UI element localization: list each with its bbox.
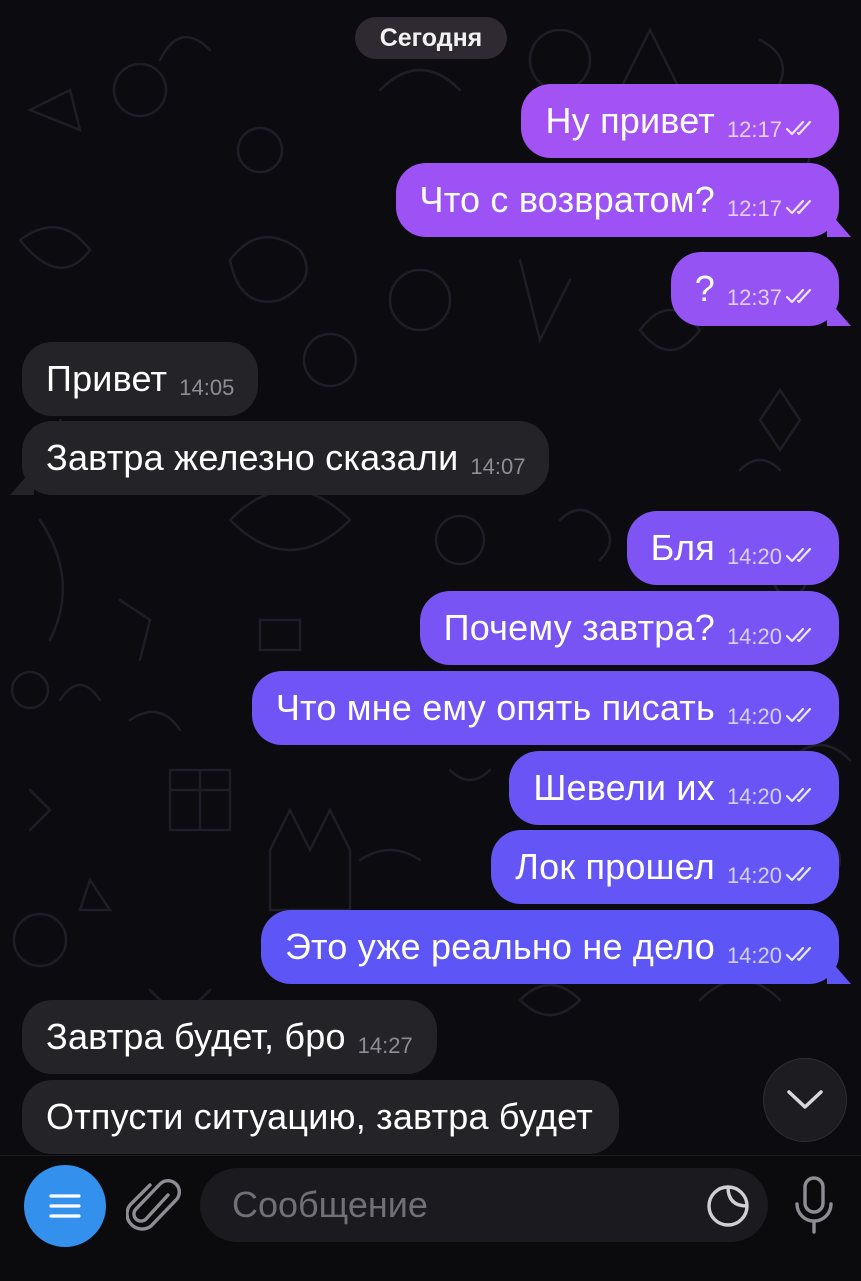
outgoing-message[interactable]: Что с возвратом? 12:17 (395, 163, 839, 237)
message-text: Лок прошел (515, 846, 715, 887)
message-meta: 14:05 (179, 375, 234, 401)
message-text: Бля (650, 527, 715, 568)
read-checks-icon (785, 120, 812, 135)
read-checks-icon (785, 707, 812, 722)
outgoing-message[interactable]: Бля 14:20 (626, 511, 839, 585)
read-checks-icon (785, 199, 812, 214)
sticker-button[interactable] (704, 1182, 752, 1230)
message-meta: 14:20 (727, 704, 817, 730)
message-time: 12:37 (726, 285, 782, 310)
read-status (785, 545, 817, 570)
message-meta: 12:37 (727, 285, 817, 311)
message-time: 14:20 (726, 624, 782, 649)
message-time: 14:05 (179, 375, 235, 400)
message-meta: 14:20 (727, 544, 817, 570)
incoming-message[interactable]: Отпусти ситуацию, завтра будет (22, 1080, 619, 1154)
sticker-icon (707, 1185, 749, 1227)
message-meta: 14:07 (470, 454, 525, 480)
message-time: 14:20 (726, 863, 782, 888)
outgoing-message[interactable]: Шевели их 14:20 (509, 751, 839, 825)
message-text: Что мне ему опять писать (275, 687, 715, 728)
menu-icon (49, 1194, 81, 1218)
outgoing-message[interactable]: ? 12:37 (670, 252, 839, 326)
paperclip-icon (125, 1179, 181, 1231)
message-input[interactable] (230, 1183, 684, 1227)
message-meta: 14:20 (727, 863, 817, 889)
read-status (785, 864, 817, 889)
message-text: Что с возвратом? (419, 179, 715, 220)
incoming-message[interactable]: Привет 14:05 (22, 342, 259, 416)
message-input-field[interactable] (200, 1168, 768, 1242)
message-meta: 14:20 (727, 624, 817, 650)
message-text: Завтра железно сказали (46, 437, 459, 478)
date-label: Сегодня (379, 23, 483, 52)
scroll-down-button[interactable] (763, 1058, 847, 1142)
message-time: 14:07 (470, 454, 526, 479)
message-text: Привет (46, 358, 168, 399)
message-text: Это уже реально не дело (284, 926, 715, 967)
message-time: 14:20 (726, 544, 782, 569)
message-text: Шевели их (533, 767, 715, 808)
message-time: 14:20 (726, 784, 782, 809)
chat-area[interactable]: Сегодня Ну привет 12:17 Что с возвратом? 12… (0, 0, 861, 1155)
read-checks-icon (785, 288, 812, 303)
read-status (785, 944, 817, 969)
message-text: Почему завтра? (443, 607, 715, 648)
read-checks-icon (785, 627, 812, 642)
message-time: 12:17 (726, 117, 782, 142)
message-time: 14:20 (726, 704, 782, 729)
attach-button[interactable] (125, 1175, 182, 1237)
microphone-icon (795, 1176, 833, 1234)
message-time: 14:20 (726, 943, 782, 968)
message-text: Ну привет (545, 100, 715, 141)
outgoing-message[interactable]: Почему завтра? 14:20 (419, 591, 839, 665)
incoming-message[interactable]: Завтра железно сказали 14:07 (22, 421, 550, 495)
read-status (785, 118, 817, 143)
read-status (785, 625, 817, 650)
read-status (785, 705, 817, 730)
message-text: Завтра будет, бро (46, 1016, 346, 1057)
outgoing-message[interactable]: Что мне ему опять писать 14:20 (251, 671, 839, 745)
outgoing-message[interactable]: Это уже реально не дело 14:20 (260, 910, 839, 984)
date-separator: Сегодня (355, 17, 507, 59)
read-status (785, 785, 817, 810)
read-status (785, 286, 817, 311)
message-meta: 12:17 (727, 196, 817, 222)
message-meta: 12:17 (727, 117, 817, 143)
chevron-down-icon (787, 1090, 823, 1109)
read-checks-icon (785, 547, 812, 562)
read-status (785, 197, 817, 222)
message-time: 12:17 (726, 196, 782, 221)
outgoing-message[interactable]: Ну привет 12:17 (521, 84, 839, 158)
message-time: 14:27 (357, 1033, 413, 1058)
menu-button[interactable] (24, 1165, 106, 1247)
microphone-button[interactable] (790, 1174, 838, 1238)
message-meta: 14:27 (358, 1033, 413, 1059)
read-checks-icon (785, 787, 812, 802)
outgoing-message[interactable]: Лок прошел 14:20 (491, 830, 839, 904)
read-checks-icon (785, 866, 812, 881)
message-text: Отпусти ситуацию, завтра будет (46, 1096, 593, 1137)
read-checks-icon (785, 946, 812, 961)
message-text: ? (694, 268, 715, 309)
message-meta: 14:20 (727, 943, 817, 969)
message-meta: 14:20 (727, 784, 817, 810)
incoming-message[interactable]: Завтра будет, бро 14:27 (22, 1000, 437, 1074)
